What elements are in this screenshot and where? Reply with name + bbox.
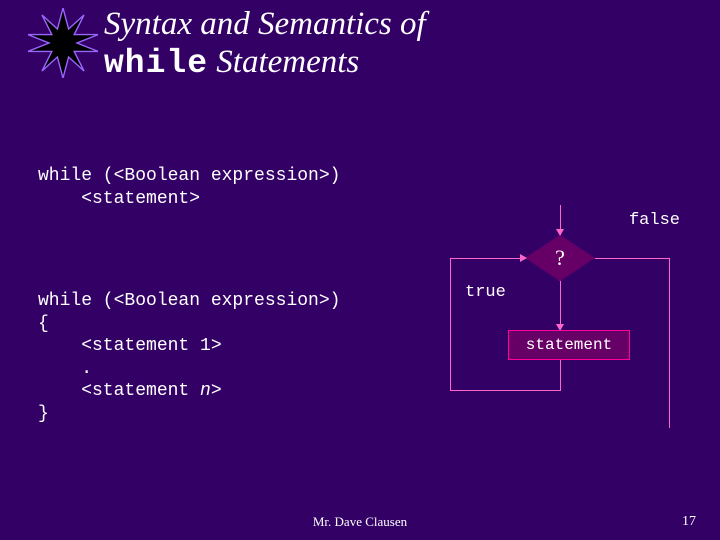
flow-line: [560, 281, 561, 330]
code-line: {: [38, 314, 49, 334]
flow-line: [560, 360, 561, 390]
code-block-single: while (<Boolean expression>) <statement>: [38, 165, 340, 210]
title-line2-tail: Statements: [208, 44, 359, 80]
slide-title-row: Syntax and Semantics of while Statements: [28, 6, 426, 83]
title-line1: Syntax and Semantics of: [104, 6, 426, 42]
process-label: statement: [526, 336, 612, 354]
flow-line: [595, 258, 670, 259]
flowchart: false true ? statement: [440, 205, 700, 445]
diamond-shape: ?: [525, 235, 595, 281]
code-line: while (<Boolean expression>): [38, 291, 340, 311]
flow-line: [450, 390, 561, 391]
flow-process: statement: [508, 330, 630, 360]
flow-label-true: true: [465, 283, 506, 302]
decision-label: ?: [555, 245, 565, 271]
code-line: <statement>: [38, 189, 200, 209]
footer-author: Mr. Dave Clausen: [0, 514, 720, 530]
flow-label-false: false: [629, 211, 680, 230]
starburst-icon: [28, 8, 98, 78]
flow-decision: ?: [525, 235, 595, 281]
slide-title: Syntax and Semantics of while Statements: [104, 6, 426, 83]
flow-line: [450, 258, 525, 259]
code-line: >: [211, 381, 222, 401]
flow-line: [450, 258, 451, 390]
title-keyword: while: [104, 45, 208, 82]
code-block-compound: while (<Boolean expression>) { <statemen…: [38, 290, 340, 425]
code-line: <statement: [38, 381, 200, 401]
flow-line: [669, 258, 670, 428]
code-line: while (<Boolean expression>): [38, 166, 340, 186]
code-line: <statement 1>: [38, 336, 222, 356]
code-line: .: [38, 359, 92, 379]
arrowhead-icon: [520, 254, 527, 262]
code-var-n: n: [200, 381, 211, 401]
code-line: }: [38, 404, 49, 424]
page-number: 17: [682, 514, 696, 530]
